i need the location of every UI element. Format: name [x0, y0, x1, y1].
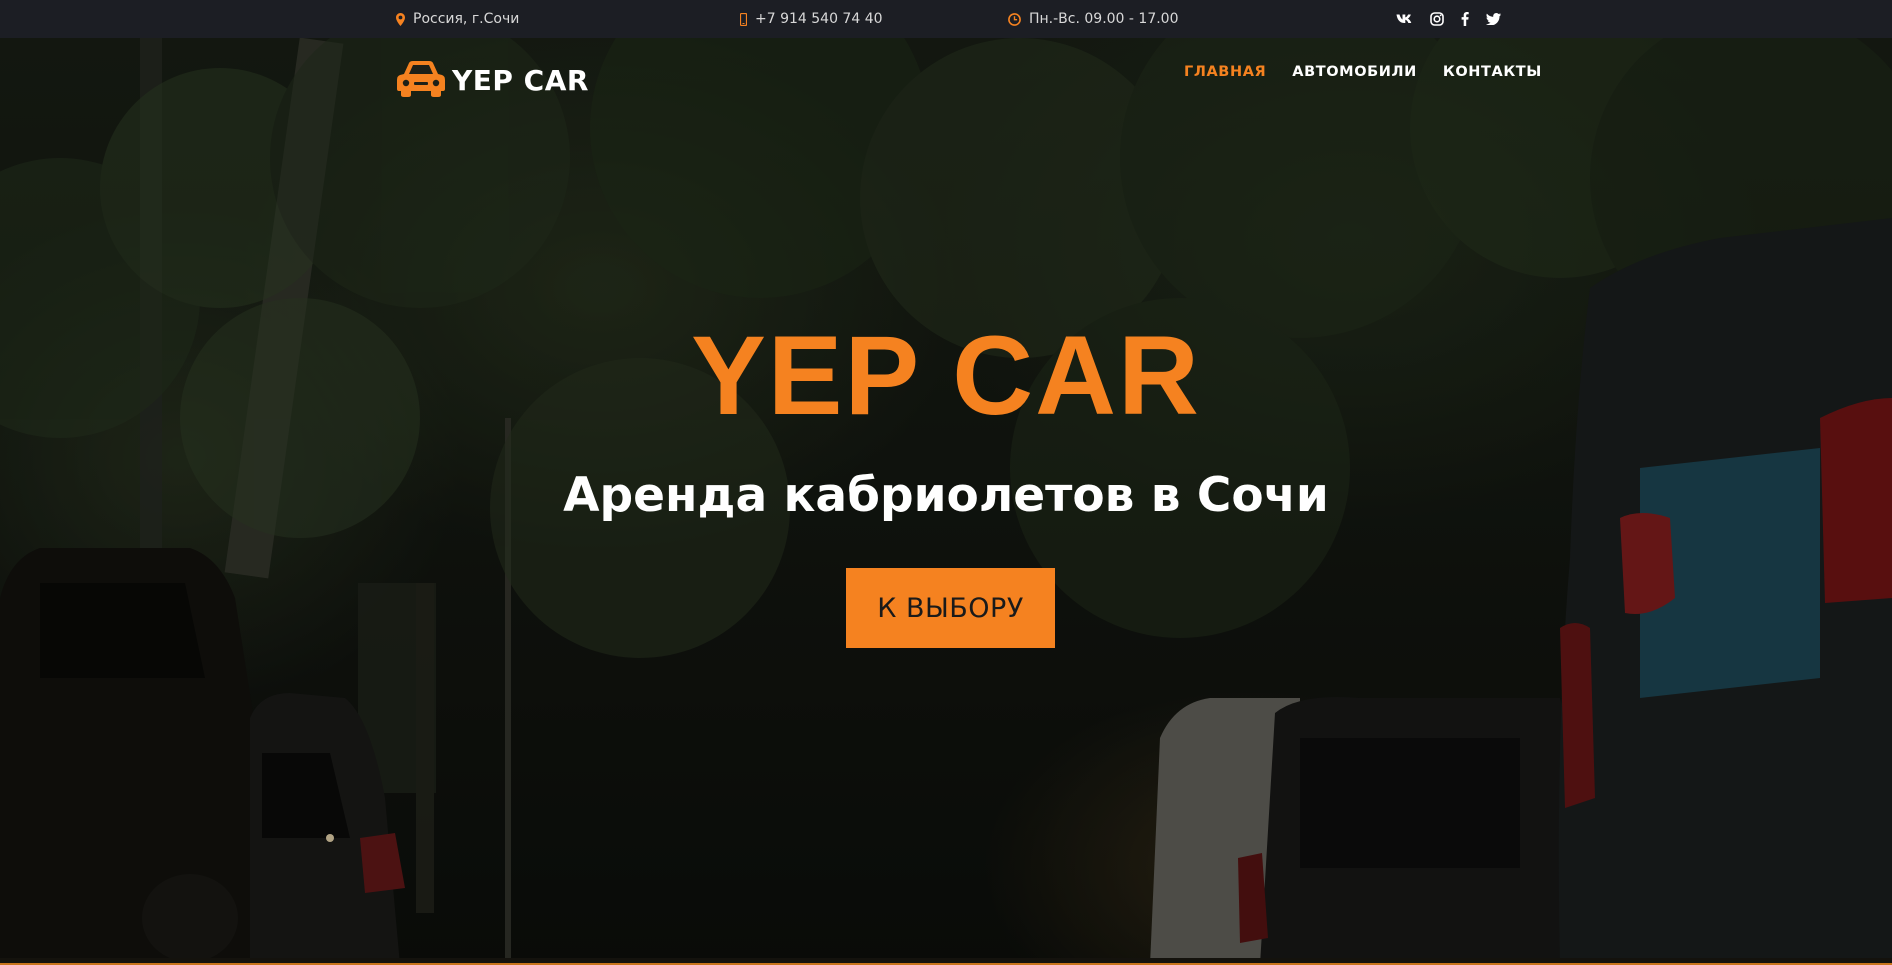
car-logo-icon: [396, 58, 446, 102]
nav-item-home[interactable]: ГЛАВНАЯ: [1184, 64, 1266, 80]
logo-text: YEP CAR: [452, 63, 589, 97]
facebook-icon[interactable]: [1461, 12, 1469, 26]
top-info-bar: Россия, г.Сочи +7 914 540 74 40 Пн.-Вс. …: [0, 0, 1892, 38]
site-logo[interactable]: YEP CAR: [396, 58, 589, 102]
twitter-icon[interactable]: [1486, 13, 1501, 25]
mobile-phone-icon: [740, 12, 747, 26]
map-marker-icon: [396, 12, 405, 26]
hero-subtitle: Аренда кабриолетов в Сочи: [563, 468, 1329, 523]
vk-icon[interactable]: [1396, 14, 1413, 24]
nav-item-contacts[interactable]: КОНТАКТЫ: [1443, 64, 1542, 80]
main-navigation: ГЛАВНАЯ АВТОМОБИЛИ КОНТАКТЫ: [1184, 64, 1542, 80]
instagram-icon[interactable]: [1430, 12, 1444, 26]
hero-section: YEP CAR ГЛАВНАЯ АВТОМОБИЛИ КОНТАКТЫ YEP …: [0, 38, 1892, 965]
nav-item-cars[interactable]: АВТОМОБИЛИ: [1292, 64, 1417, 80]
phone-info[interactable]: +7 914 540 74 40: [740, 0, 883, 38]
clock-icon: [1008, 12, 1021, 26]
choose-car-button[interactable]: К ВЫБОРУ: [846, 568, 1055, 648]
phone-text[interactable]: +7 914 540 74 40: [755, 11, 883, 27]
location-text: Россия, г.Сочи: [413, 11, 520, 27]
hours-info: Пн.-Вс. 09.00 - 17.00: [1008, 0, 1179, 38]
location-info: Россия, г.Сочи: [396, 0, 519, 38]
hero-title: YEP CAR: [691, 313, 1201, 438]
hours-text: Пн.-Вс. 09.00 - 17.00: [1029, 11, 1179, 27]
social-links: [1396, 0, 1501, 38]
